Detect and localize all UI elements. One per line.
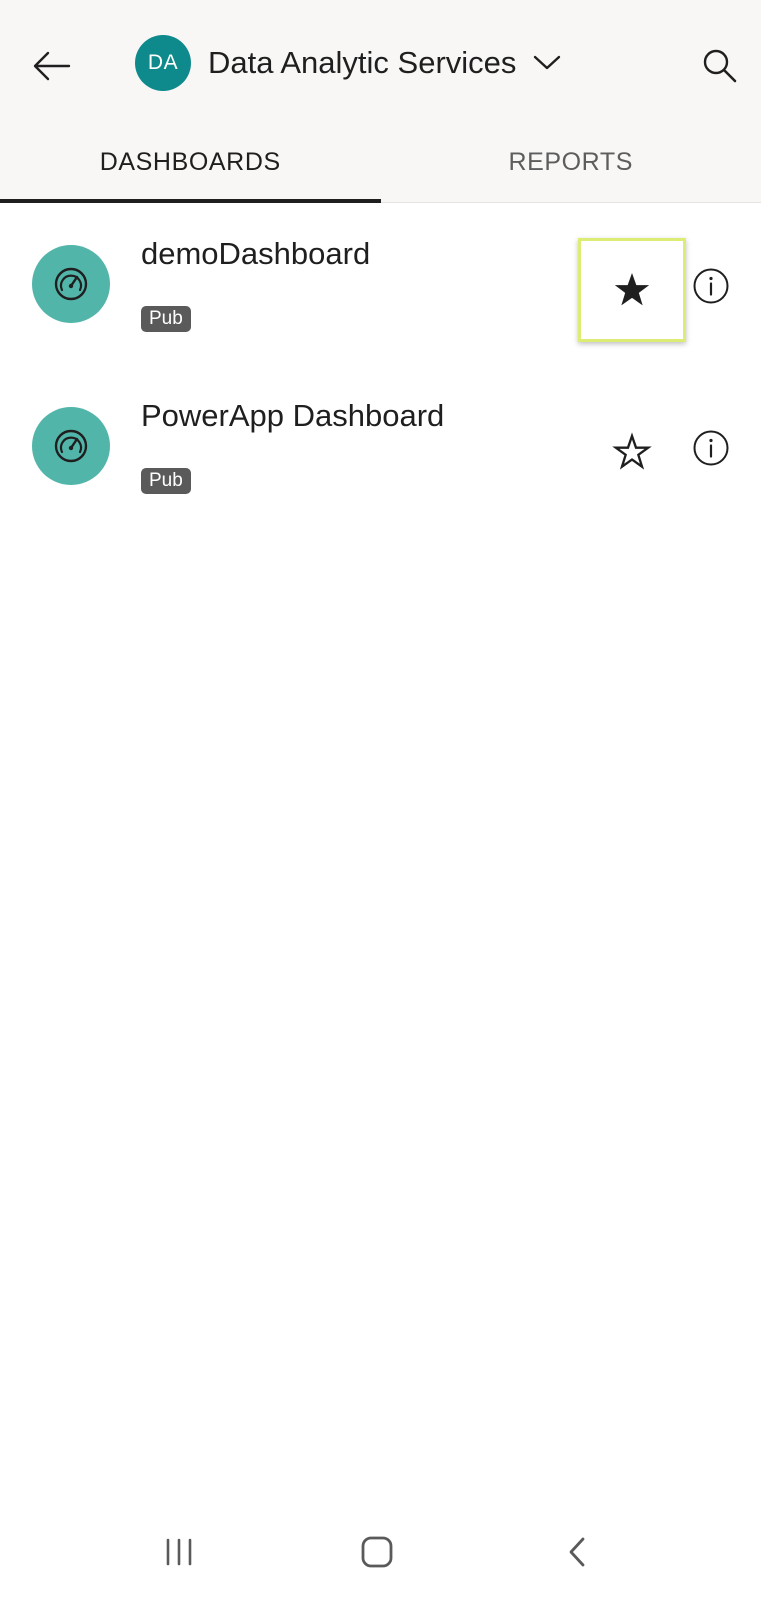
dashboard-gauge-icon (32, 407, 110, 485)
app-screen: DA Data Analytic Services DASHBOARDS REP… (0, 0, 761, 1600)
tab-dashboards[interactable]: DASHBOARDS (0, 122, 381, 203)
list-item[interactable]: PowerApp Dashboard Pub (0, 364, 761, 526)
pub-badge: Pub (141, 306, 191, 332)
recent-apps-button[interactable] (145, 1522, 213, 1582)
item-title: demoDashboard (141, 236, 371, 271)
favorite-button[interactable] (578, 400, 686, 504)
favorite-button[interactable] (578, 238, 686, 342)
workspace-selector[interactable]: DA Data Analytic Services (135, 35, 562, 91)
star-outline-icon (612, 432, 652, 470)
workspace-name: Data Analytic Services (208, 45, 517, 80)
nav-back-button[interactable] (543, 1522, 611, 1582)
dashboard-gauge-icon (32, 245, 110, 323)
info-icon (693, 430, 729, 466)
search-icon (703, 49, 737, 83)
chevron-down-icon (532, 48, 562, 78)
home-icon (361, 1536, 393, 1568)
star-filled-icon (614, 273, 650, 306)
app-header: DA Data Analytic Services DASHBOARDS REP… (0, 0, 761, 203)
search-button[interactable] (692, 38, 748, 94)
pub-badge: Pub (141, 468, 191, 494)
workspace-avatar: DA (135, 35, 191, 91)
arrow-left-icon (33, 51, 71, 81)
info-icon (693, 268, 729, 304)
recent-apps-icon (166, 1538, 192, 1566)
system-navigation-bar (0, 1512, 761, 1600)
info-button[interactable] (691, 428, 731, 468)
dashboard-list: demoDashboard Pub PowerApp Dashboard Pub (0, 202, 761, 526)
tab-reports[interactable]: REPORTS (381, 122, 761, 202)
back-button[interactable] (24, 38, 80, 94)
nav-back-icon (569, 1537, 585, 1567)
list-item[interactable]: demoDashboard Pub (0, 202, 761, 364)
tab-bar: DASHBOARDS REPORTS (0, 122, 761, 203)
item-title: PowerApp Dashboard (141, 398, 445, 433)
home-button[interactable] (343, 1522, 411, 1582)
info-button[interactable] (691, 266, 731, 306)
